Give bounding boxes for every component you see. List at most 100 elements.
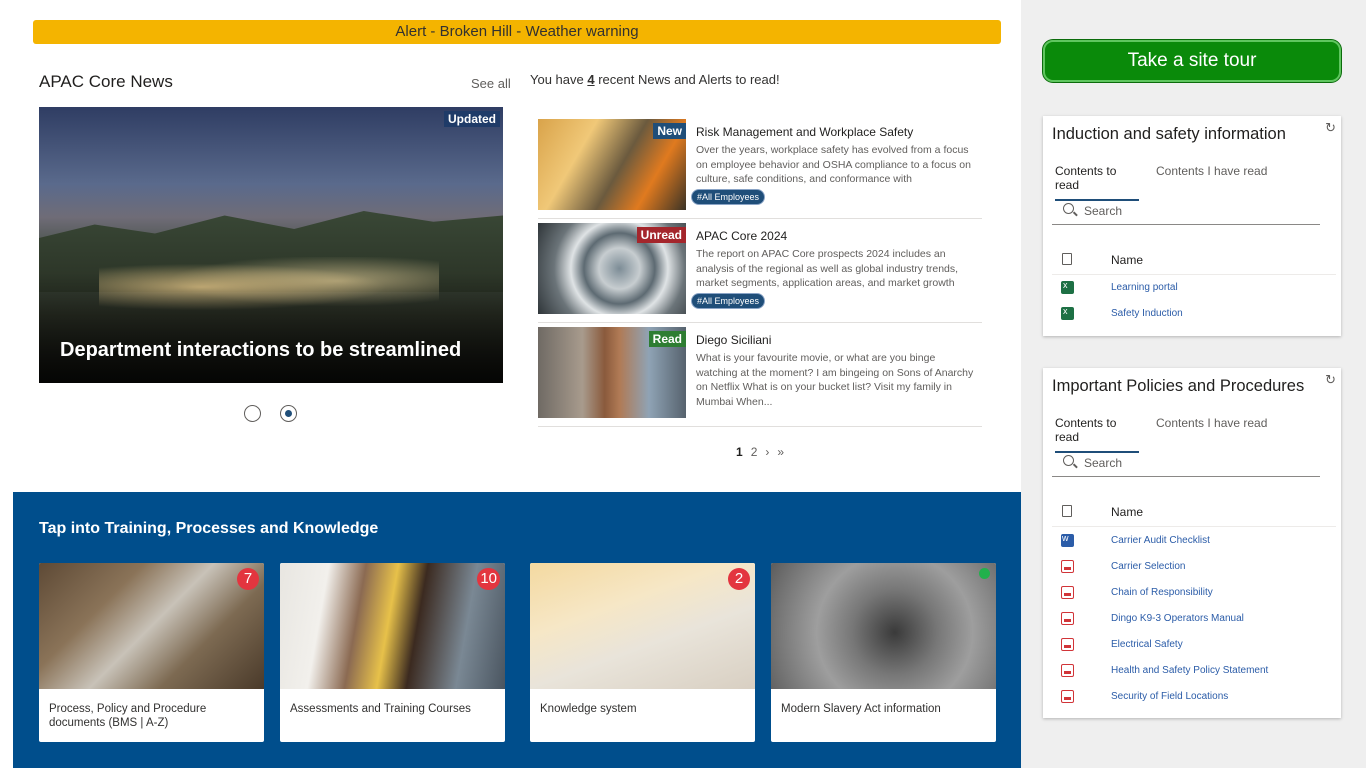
name-column-header[interactable]: Name <box>1111 253 1143 267</box>
file-name[interactable]: Carrier Audit Checklist <box>1111 535 1210 546</box>
site-tour-button[interactable]: Take a site tour <box>1043 40 1341 82</box>
training-tile-modern-slavery[interactable]: Modern Slavery Act information <box>771 563 996 742</box>
training-tile-process[interactable]: 7 Process, Policy and Procedure document… <box>39 563 264 742</box>
tile-status-dot <box>979 568 990 579</box>
main-column: Alert - Broken Hill - Weather warning AP… <box>0 0 1021 768</box>
search-icon <box>1063 203 1074 214</box>
tab-contents-read[interactable]: Contents I have read <box>1156 164 1267 178</box>
tile-label: Knowledge system <box>540 703 637 715</box>
file-name[interactable]: Security of Field Locations <box>1111 691 1228 702</box>
file-name[interactable]: Carrier Selection <box>1111 561 1185 572</box>
file-row[interactable]: Dingo K9-3 Operators Manual <box>1052 612 1336 638</box>
file-row[interactable]: Learning portal <box>1052 280 1336 307</box>
file-name[interactable]: Chain of Responsibility <box>1111 587 1213 598</box>
pdf-icon <box>1061 664 1074 677</box>
alert-banner[interactable]: Alert - Broken Hill - Weather warning <box>33 20 1001 44</box>
news-title[interactable]: Diego Siciliani <box>696 333 771 347</box>
refresh-icon[interactable]: ↻ <box>1325 372 1336 388</box>
search-input[interactable]: Search <box>1052 451 1320 477</box>
refresh-icon[interactable]: ↻ <box>1325 120 1336 136</box>
word-icon <box>1061 533 1074 547</box>
news-status-badge: New <box>653 123 686 139</box>
page-1-link[interactable]: 1 <box>736 445 743 459</box>
recent-count: 4 <box>587 72 595 87</box>
news-status-badge: Read <box>648 331 686 347</box>
excel-icon <box>1061 280 1074 294</box>
file-name[interactable]: Learning portal <box>1111 282 1178 293</box>
file-row[interactable]: Safety Induction <box>1052 306 1336 333</box>
news-tag[interactable]: #All Employees <box>691 293 766 309</box>
training-tile-assessments[interactable]: 10 Assessments and Training Courses <box>280 563 505 742</box>
tile-image <box>39 563 264 689</box>
news-item[interactable]: Unread APAC Core 2024 The report on APAC… <box>538 223 982 323</box>
file-type-icon <box>1062 505 1072 517</box>
file-row[interactable]: Carrier Audit Checklist <box>1052 533 1336 560</box>
file-list-header: Name <box>1052 503 1336 527</box>
pdf-icon <box>1061 690 1074 703</box>
tile-image <box>280 563 505 689</box>
file-name[interactable]: Safety Induction <box>1111 308 1183 319</box>
file-type-icon <box>1062 253 1072 265</box>
search-icon <box>1063 455 1074 466</box>
tile-label: Modern Slavery Act information <box>781 703 941 715</box>
pdf-icon <box>1061 638 1074 651</box>
news-description: What is your favourite movie, or what ar… <box>696 352 974 408</box>
hero-news-card[interactable]: Updated Department interactions to be st… <box>39 107 503 383</box>
carousel-dot-2[interactable] <box>280 405 297 422</box>
tile-image <box>530 563 755 689</box>
search-placeholder: Search <box>1084 204 1123 218</box>
news-pager: 1 2 › » <box>736 445 792 459</box>
file-name[interactable]: Dingo K9-3 Operators Manual <box>1111 613 1244 624</box>
tile-image <box>771 563 996 689</box>
file-row[interactable]: Health and Safety Policy Statement <box>1052 664 1336 690</box>
file-row[interactable]: Carrier Selection <box>1052 560 1336 586</box>
news-thumbnail: New <box>538 119 686 210</box>
training-section-title: Tap into Training, Processes and Knowled… <box>39 520 379 537</box>
tab-contents-to-read[interactable]: Contents to read <box>1055 416 1139 453</box>
last-page-icon[interactable]: » <box>777 445 784 459</box>
news-thumbnail: Read <box>538 327 686 418</box>
hero-status-badge: Updated <box>444 111 500 127</box>
hero-image-shade <box>39 273 503 383</box>
tab-contents-to-read[interactable]: Contents to read <box>1055 164 1139 201</box>
hero-caption: Department interactions to be streamline… <box>60 339 462 361</box>
right-sidebar: Take a site tour Induction and safety in… <box>1021 0 1366 768</box>
file-row[interactable]: Security of Field Locations <box>1052 690 1336 716</box>
tile-count-badge: 10 <box>477 568 500 590</box>
file-row[interactable]: Chain of Responsibility <box>1052 586 1336 612</box>
panel-title: Important Policies and Procedures <box>1052 377 1305 395</box>
page-2-link[interactable]: 2 <box>751 445 758 459</box>
tab-contents-read[interactable]: Contents I have read <box>1156 416 1267 430</box>
file-list-header: Name <box>1052 251 1336 275</box>
tile-label: Assessments and Training Courses <box>290 703 471 715</box>
file-row[interactable]: Electrical Safety <box>1052 638 1336 664</box>
news-thumbnail: Unread <box>538 223 686 314</box>
pdf-icon <box>1061 612 1074 625</box>
tile-label: Process, Policy and Procedure documents … <box>49 703 207 729</box>
induction-panel: Induction and safety information ↻ Conte… <box>1043 116 1341 336</box>
news-status-badge: Unread <box>636 227 686 243</box>
training-tile-knowledge[interactable]: 2 Knowledge system <box>530 563 755 742</box>
news-section-title: APAC Core News <box>39 72 173 91</box>
next-page-icon[interactable]: › <box>765 445 769 459</box>
news-title[interactable]: APAC Core 2024 <box>696 229 787 243</box>
file-name[interactable]: Health and Safety Policy Statement <box>1111 665 1268 676</box>
search-placeholder: Search <box>1084 456 1123 470</box>
news-item[interactable]: New Risk Management and Workplace Safety… <box>538 119 982 219</box>
recent-news-count-text: You have 4 recent News and Alerts to rea… <box>530 72 780 87</box>
panel-title: Induction and safety information <box>1052 125 1286 143</box>
news-item[interactable]: Read Diego Siciliani What is your favour… <box>538 327 982 427</box>
pdf-icon <box>1061 560 1074 573</box>
excel-icon <box>1061 306 1074 320</box>
news-tag[interactable]: #All Employees <box>691 189 766 205</box>
search-input[interactable]: Search <box>1052 199 1320 225</box>
name-column-header[interactable]: Name <box>1111 505 1143 519</box>
pdf-icon <box>1061 586 1074 599</box>
file-name[interactable]: Electrical Safety <box>1111 639 1183 650</box>
tile-count-badge: 2 <box>728 568 750 590</box>
policies-panel: Important Policies and Procedures ↻ Cont… <box>1043 368 1341 718</box>
see-all-link[interactable]: See all <box>471 76 511 91</box>
news-title[interactable]: Risk Management and Workplace Safety <box>696 125 913 139</box>
carousel-dot-1[interactable] <box>244 405 261 422</box>
tile-count-badge: 7 <box>237 568 259 590</box>
